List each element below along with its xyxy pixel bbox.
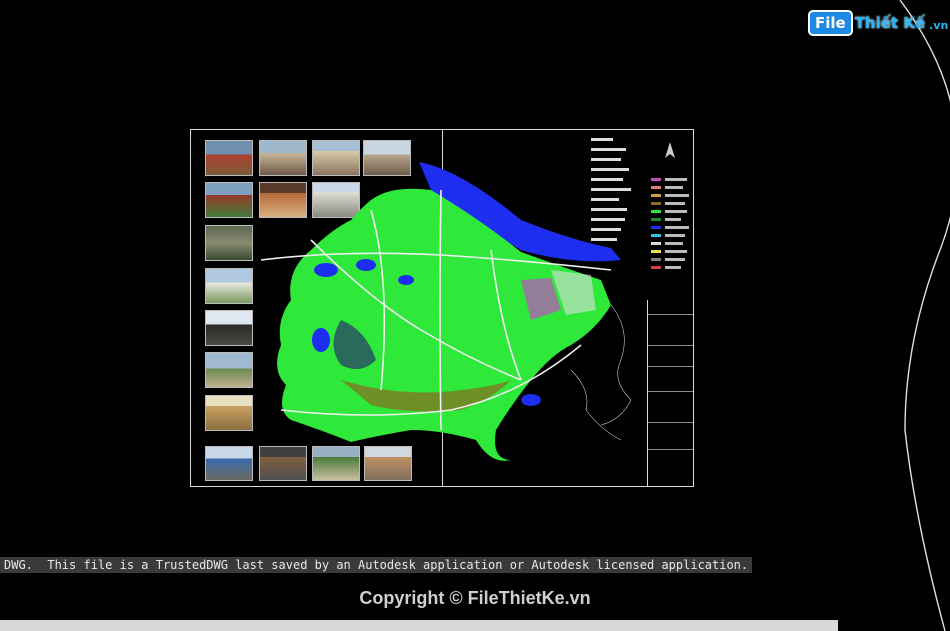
- command-history-line: DWG. This file is a TrustedDWG last save…: [0, 557, 753, 573]
- title-block: [647, 300, 693, 487]
- cad-viewport[interactable]: File Thiết Kế .vn DWG. This file is a Tr…: [0, 0, 950, 631]
- command-input-field[interactable]: [0, 620, 838, 631]
- water-patch: [356, 259, 376, 271]
- logo-extension: .vn: [929, 18, 949, 32]
- watermark-logo: File Thiết Kế .vn: [810, 12, 948, 34]
- drawing-sheet[interactable]: [190, 129, 694, 487]
- logo-icon: File: [810, 12, 851, 34]
- water-patch: [314, 263, 338, 277]
- water-patch: [521, 394, 541, 406]
- north-arrow-icon: [663, 142, 677, 160]
- logo-text: Thiết Kế: [854, 14, 926, 32]
- copyright-watermark: Copyright © FileThietKe.vn: [359, 588, 591, 608]
- legend-text-block: [591, 138, 641, 248]
- land-area: [277, 188, 611, 461]
- water-patch: [398, 275, 414, 285]
- water-patch: [312, 328, 330, 352]
- color-legend: [651, 178, 691, 298]
